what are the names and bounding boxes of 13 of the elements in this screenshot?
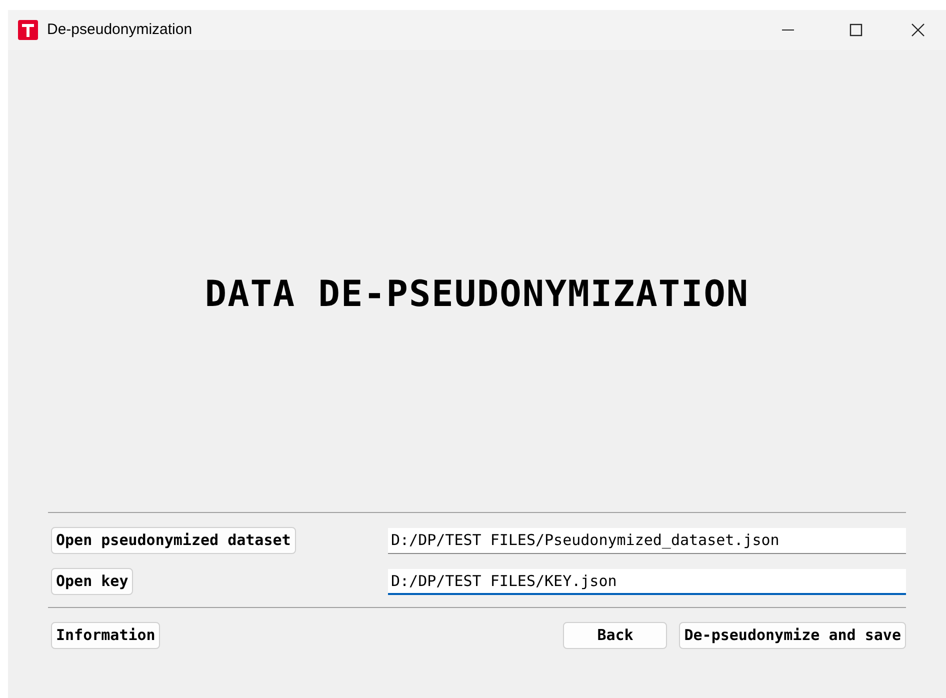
app-logo-icon	[18, 20, 38, 40]
file-path-field[interactable]: D:/DP/TEST FILES/KEY.json	[388, 568, 906, 594]
de-pseudonymize-button[interactable]: De-pseudonymize and save	[679, 622, 906, 649]
minimize-icon	[781, 29, 795, 31]
information-button[interactable]: Information	[51, 622, 160, 649]
open-file-button[interactable]: Open key	[51, 568, 134, 595]
close-icon	[911, 23, 925, 37]
page-heading: DATA DE-PSEUDONYMIZATION	[204, 273, 750, 317]
maximize-icon	[849, 23, 863, 37]
file-path-field[interactable]: D:/DP/TEST FILES/Pseudonymized_dataset.json	[388, 528, 906, 554]
window-title: De-pseudonymization	[47, 20, 192, 40]
back-button[interactable]: Back	[563, 622, 668, 649]
open-file-button[interactable]: Open pseudonymized dataset	[51, 527, 296, 554]
